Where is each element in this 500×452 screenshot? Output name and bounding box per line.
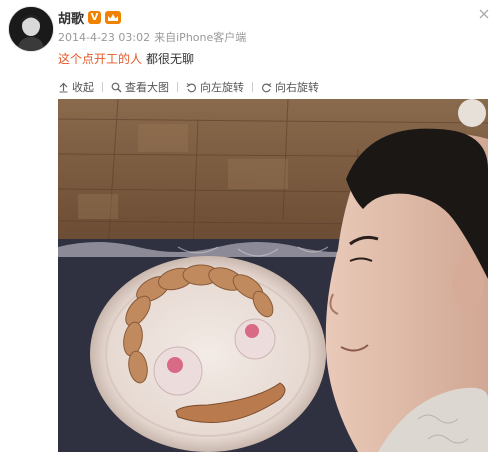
post-text: 这个点开工的人 都很无聊 (58, 50, 194, 67)
post-source[interactable]: iPhone客户端 (176, 31, 246, 44)
rotate-left-button[interactable]: 向左旋转 (178, 79, 252, 95)
source-prefix: 来自 (154, 31, 177, 44)
view-large-label: 查看大图 (125, 81, 169, 94)
close-icon[interactable] (478, 8, 490, 20)
rotate-left-label: 向左旋转 (200, 81, 244, 94)
collapse-label: 收起 (72, 81, 94, 94)
view-large-button[interactable]: 查看大图 (103, 79, 177, 95)
collapse-arrow-icon (59, 82, 68, 92)
rotate-right-icon (261, 82, 272, 92)
post-timestamp[interactable]: 2014-4-23 03:02 (58, 31, 150, 44)
rotate-left-icon (186, 82, 197, 92)
post-photo[interactable] (58, 99, 488, 452)
image-toolbar: 收起 查看大图 向左旋转 向右旋转 (58, 79, 327, 95)
verified-badge-icon[interactable]: V (88, 11, 102, 24)
post-meta: 2014-4-23 03:02 来自iPhone客户端 (58, 29, 250, 45)
rotate-right-label: 向右旋转 (275, 81, 319, 94)
member-crown-icon[interactable] (105, 11, 122, 24)
user-avatar-icon (9, 7, 53, 51)
collapse-button[interactable]: 收起 (58, 79, 102, 95)
magnifier-icon (111, 82, 122, 92)
post-text-highlight: 这个点开工的人 (58, 52, 143, 66)
username[interactable]: 胡歌 (58, 8, 84, 27)
rotate-right-button[interactable]: 向右旋转 (253, 79, 327, 95)
photo-image (58, 99, 488, 452)
post-text-rest: 都很无聊 (146, 52, 195, 66)
name-row: 胡歌 V (58, 8, 122, 27)
avatar[interactable] (8, 6, 54, 52)
